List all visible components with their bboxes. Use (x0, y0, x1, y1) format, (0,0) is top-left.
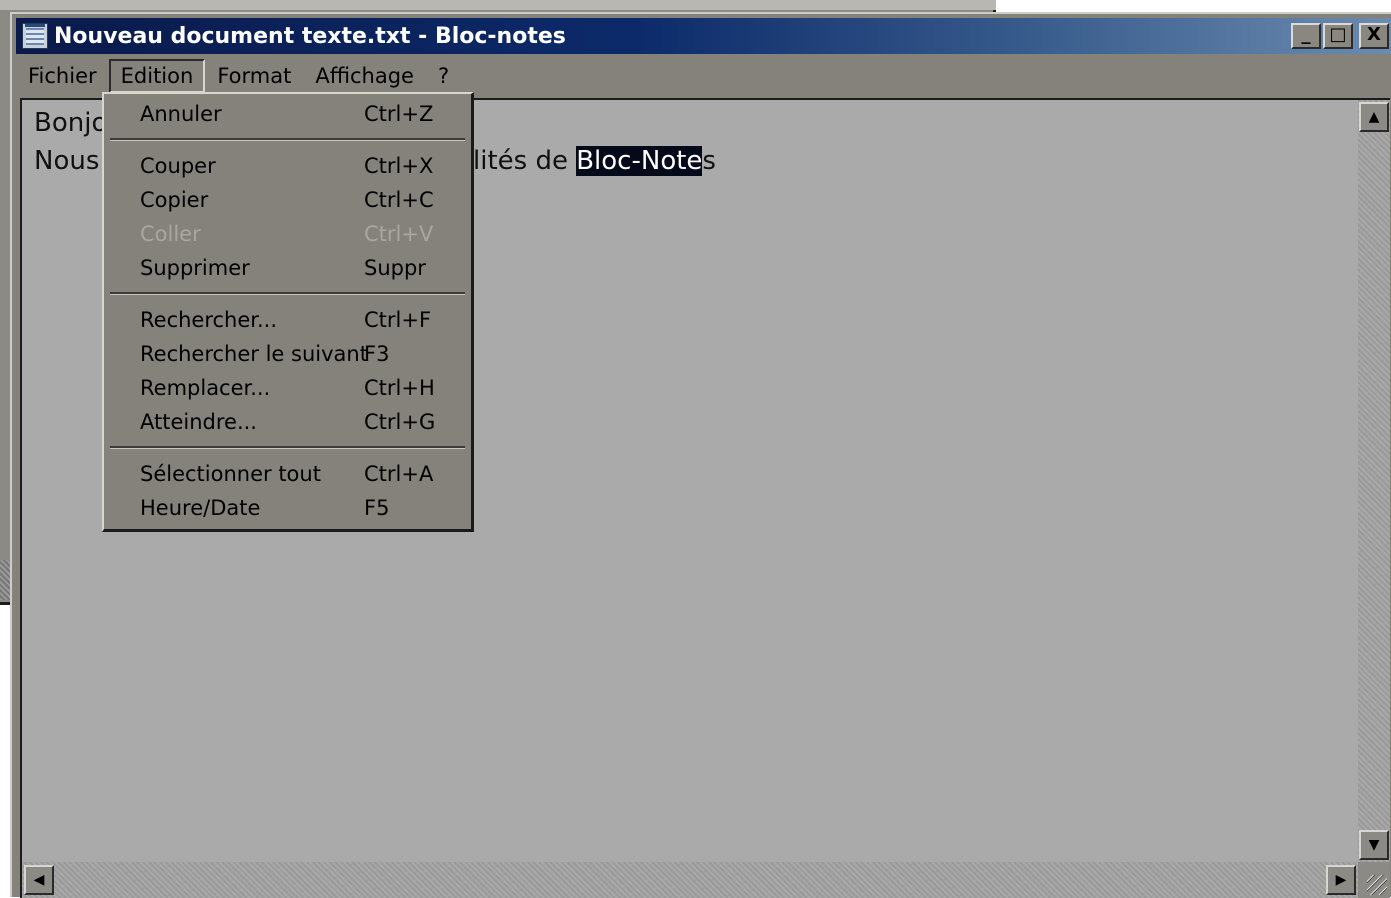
horizontal-scrollbar[interactable]: ◀ ▶ (22, 862, 1358, 898)
menu-affichage[interactable]: Affichage (303, 59, 426, 93)
window-title: Nouveau document texte.txt - Bloc-notes (54, 23, 566, 49)
menu-item-label: Remplacer... (140, 376, 271, 400)
menu-item-copier[interactable]: Copier Ctrl+C (104, 184, 471, 218)
menu-item-shortcut: F3 (364, 342, 390, 366)
text-line-1-content: Bonjo (34, 108, 108, 138)
text-selection: Bloc-Note (576, 146, 703, 176)
text-line-2-tail: s (702, 146, 716, 176)
scroll-left-icon[interactable]: ◀ (24, 865, 54, 895)
menu-item-shortcut: Ctrl+F (364, 308, 432, 332)
menu-separator (110, 446, 465, 449)
menu-item-supprimer[interactable]: Supprimer Suppr (104, 252, 471, 286)
window-controls: _ □ X (1291, 23, 1389, 49)
menu-item-rechercher-suivant[interactable]: Rechercher le suivant F3 (104, 338, 471, 372)
menu-item-label: Couper (140, 154, 216, 178)
resize-grip-icon[interactable] (1358, 862, 1390, 898)
vertical-scrollbar[interactable]: ▲ ▼ (1358, 100, 1390, 862)
menu-item-label: Copier (140, 188, 209, 212)
maximize-button[interactable]: □ (1323, 23, 1353, 49)
text-line-1: Bonjo (34, 108, 107, 138)
menu-item-shortcut: Suppr (364, 256, 426, 280)
minimize-button[interactable]: _ (1291, 23, 1321, 49)
menu-item-label: Rechercher le suivant (140, 342, 368, 366)
menu-item-shortcut: Ctrl+H (364, 376, 435, 400)
menu-item-shortcut: Ctrl+C (364, 188, 434, 212)
menu-item-annuler[interactable]: Annuler Ctrl+Z (104, 98, 471, 132)
background-window-edge (0, 560, 10, 600)
title-bar[interactable]: Nouveau document texte.txt - Bloc-notes … (16, 18, 1391, 54)
menu-item-atteindre[interactable]: Atteindre... Ctrl+G (104, 406, 471, 440)
text-line-2-right: lités de Bloc-Notes (473, 146, 716, 176)
menu-item-shortcut: Ctrl+X (364, 154, 434, 178)
text-line-2-left: Nous (34, 146, 100, 176)
menu-separator (110, 138, 465, 141)
scroll-down-icon[interactable]: ▼ (1359, 830, 1389, 860)
menu-item-shortcut: Ctrl+Z (364, 102, 434, 126)
menu-item-rechercher[interactable]: Rechercher... Ctrl+F (104, 304, 471, 338)
menu-item-shortcut: Ctrl+G (364, 410, 436, 434)
menu-item-label: Atteindre... (140, 410, 257, 434)
menu-item-label: Sélectionner tout (140, 462, 321, 486)
menu-item-heure-date[interactable]: Heure/Date F5 (104, 492, 471, 526)
menu-item-coller: Coller Ctrl+V (104, 218, 471, 252)
scroll-up-icon[interactable]: ▲ (1359, 102, 1389, 132)
menu-item-label: Supprimer (140, 256, 250, 280)
menu-item-shortcut: F5 (364, 496, 390, 520)
menu-fichier[interactable]: Fichier (16, 59, 109, 93)
background-window-strip (0, 0, 996, 10)
menu-item-couper[interactable]: Couper Ctrl+X (104, 150, 471, 184)
menu-item-remplacer[interactable]: Remplacer... Ctrl+H (104, 372, 471, 406)
scroll-right-icon[interactable]: ▶ (1326, 865, 1356, 895)
menu-item-selectionner-tout[interactable]: Sélectionner tout Ctrl+A (104, 458, 471, 492)
menu-help[interactable]: ? (426, 59, 461, 93)
menu-item-label: Annuler (140, 102, 222, 126)
text-line-2: Nous (34, 146, 99, 176)
menu-format[interactable]: Format (205, 59, 303, 93)
menu-separator (110, 292, 465, 295)
menu-item-shortcut: Ctrl+A (364, 462, 434, 486)
menu-item-shortcut: Ctrl+V (364, 222, 434, 246)
menu-item-label: Heure/Date (140, 496, 261, 520)
text-line-2-plain: lités de (473, 146, 577, 176)
menu-bar: Fichier Edition Format Affichage ? (16, 58, 1391, 94)
edition-dropdown-menu: Annuler Ctrl+Z Couper Ctrl+X Copier Ctrl… (102, 92, 474, 532)
menu-item-label: Rechercher... (140, 308, 278, 332)
menu-item-label: Coller (140, 222, 201, 246)
close-button[interactable]: X (1359, 23, 1389, 49)
notepad-app-icon[interactable] (22, 23, 48, 49)
menu-edition[interactable]: Edition (108, 59, 206, 93)
